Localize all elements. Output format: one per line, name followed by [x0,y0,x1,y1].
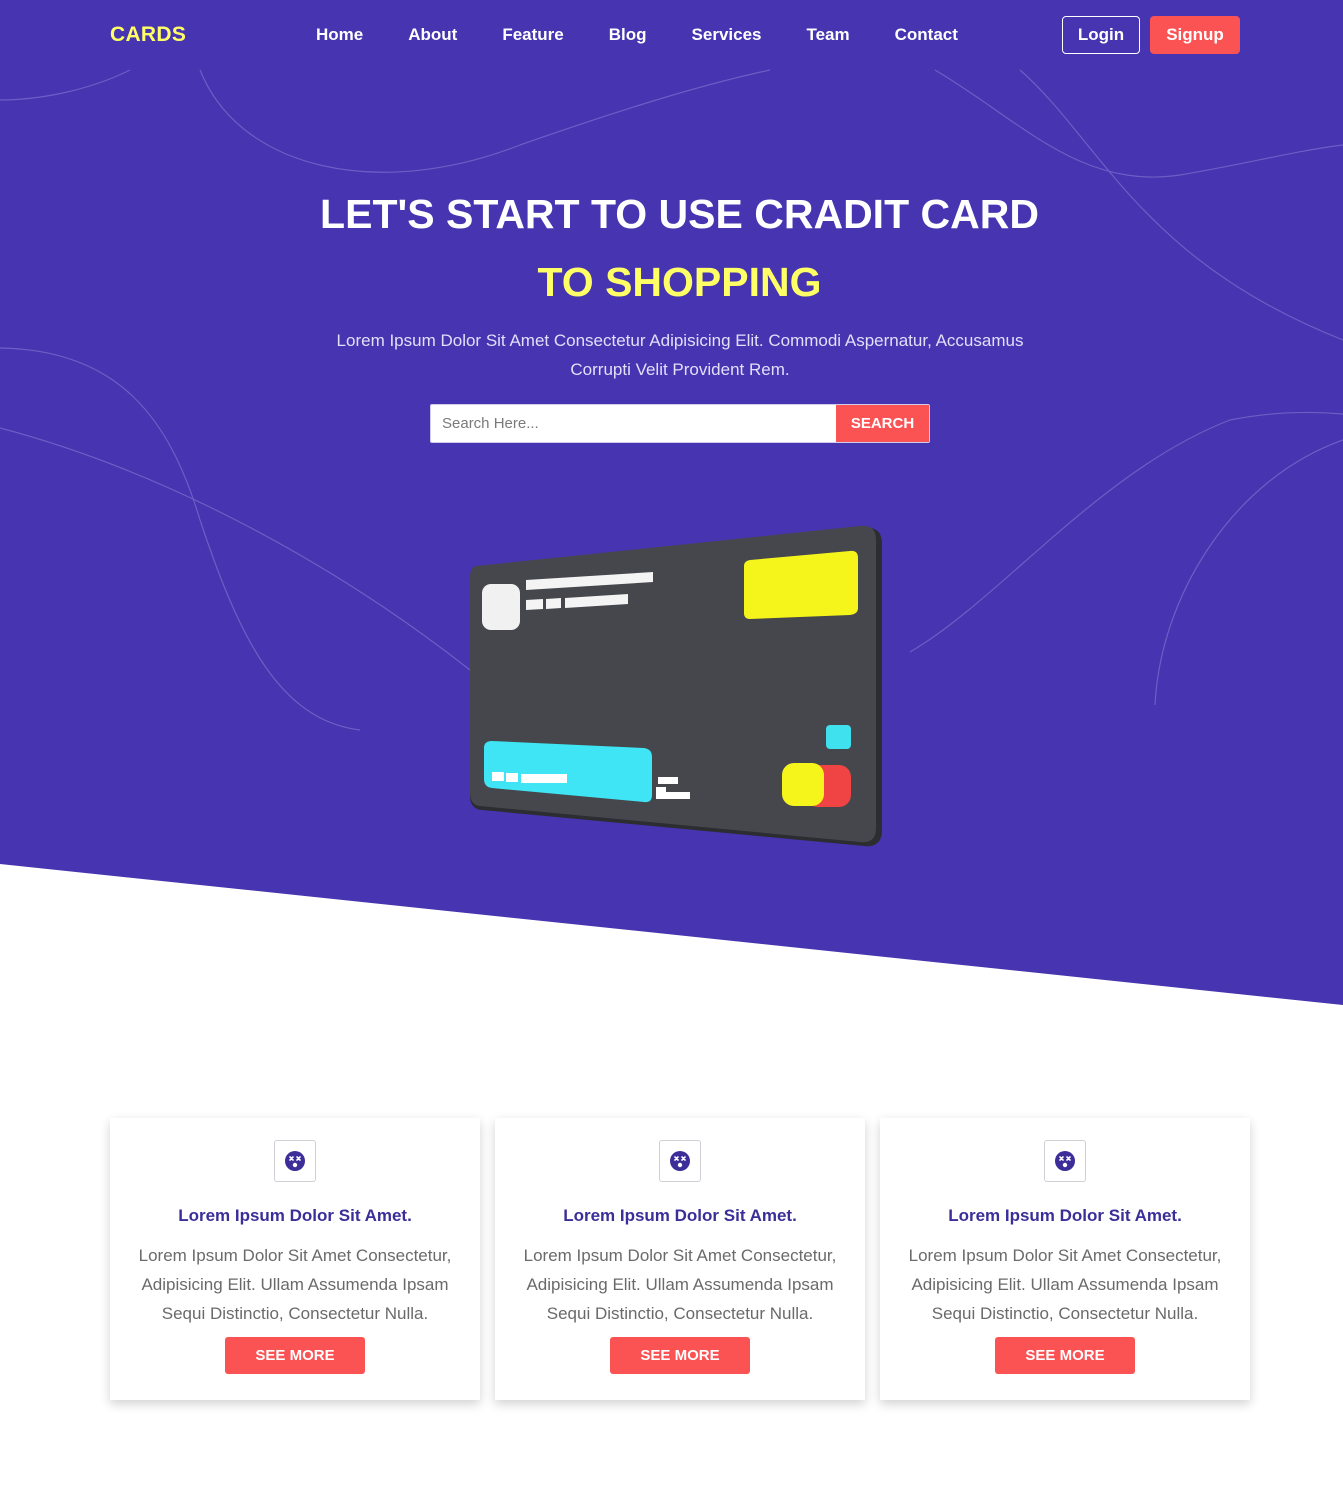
nav-link-team[interactable]: Team [806,25,849,45]
dizzy-face-icon [659,1140,701,1182]
feature-card: Lorem Ipsum Dolor Sit Amet. Lorem Ipsum … [880,1118,1250,1400]
feature-title: Lorem Ipsum Dolor Sit Amet. [178,1206,412,1225]
feature-card: Lorem Ipsum Dolor Sit Amet. Lorem Ipsum … [495,1118,865,1400]
see-more-button[interactable]: SEE MORE [995,1337,1135,1374]
search-button[interactable]: SEARCH [836,405,929,442]
see-more-button[interactable]: SEE MORE [225,1337,365,1374]
nav-link-home[interactable]: Home [316,25,363,45]
nav-link-feature[interactable]: Feature [502,25,563,45]
feature-text: Lorem Ipsum Dolor Sit Amet Consectetur, … [908,1246,1222,1323]
hero-title: LET'S START TO USE CRADIT CARD [320,191,1039,237]
nav-link-services[interactable]: Services [692,25,762,45]
signup-button[interactable]: Signup [1150,16,1240,54]
feature-text: Lorem Ipsum Dolor Sit Amet Consectetur, … [523,1246,837,1323]
top-navbar: CARDS Home About Feature Blog Services T… [0,0,1343,70]
search-form: SEARCH [430,404,930,443]
login-button[interactable]: Login [1062,16,1140,54]
dizzy-face-icon [274,1140,316,1182]
nav-link-blog[interactable]: Blog [609,25,647,45]
nav-link-contact[interactable]: Contact [895,25,958,45]
see-more-button[interactable]: SEE MORE [610,1337,750,1374]
feature-title: Lorem Ipsum Dolor Sit Amet. [563,1206,797,1225]
feature-text: Lorem Ipsum Dolor Sit Amet Consectetur, … [138,1246,452,1323]
nav-links: Home About Feature Blog Services Team Co… [316,25,1003,45]
feature-card: Lorem Ipsum Dolor Sit Amet. Lorem Ipsum … [110,1118,480,1400]
credit-card-illustration [470,525,882,847]
nav-link-about[interactable]: About [408,25,457,45]
feature-title: Lorem Ipsum Dolor Sit Amet. [948,1206,1182,1225]
dizzy-face-icon [1044,1140,1086,1182]
hero-subtitle: TO SHOPPING [537,259,822,305]
hero-description: Lorem Ipsum Dolor Sit Amet Consectetur A… [336,331,1024,379]
features-section: Lorem Ipsum Dolor Sit Amet. Lorem Ipsum … [110,1118,1250,1400]
search-input[interactable] [431,405,836,442]
brand-logo[interactable]: CARDS [110,23,186,47]
